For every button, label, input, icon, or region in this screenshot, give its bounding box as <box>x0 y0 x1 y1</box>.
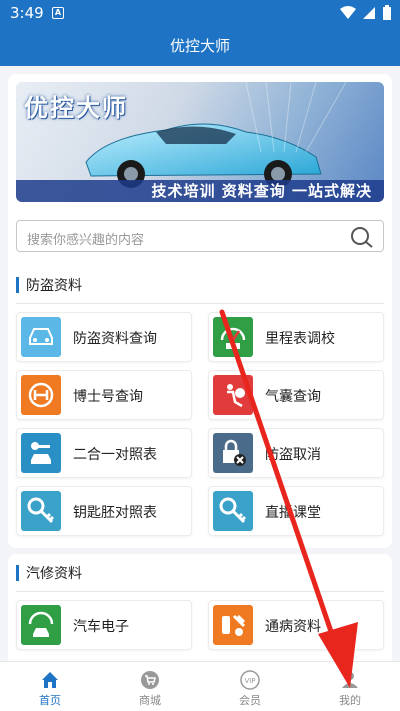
tile-label: 汽车电子 <box>73 619 129 635</box>
tile-live-class[interactable]: 直播课堂 <box>208 486 384 536</box>
tab-label: 会员 <box>239 694 261 707</box>
tools-icon <box>213 605 253 645</box>
tile-airbag[interactable]: 气囊查询 <box>208 370 384 420</box>
user-icon <box>342 672 358 688</box>
tile-key-blank[interactable]: 钥匙胚对照表 <box>16 486 192 536</box>
live-key-icon <box>213 491 253 531</box>
search-icon[interactable] <box>349 225 375 249</box>
car-electronics-icon <box>21 605 61 645</box>
tab-vip[interactable]: VIP 会员 <box>200 662 300 711</box>
wifi-icon <box>340 6 356 19</box>
search-input[interactable]: 搜索你感兴趣的内容 <box>16 220 384 252</box>
tile-label: 防盗资料查询 <box>73 331 157 347</box>
odometer-icon <box>213 317 253 357</box>
bosch-icon <box>21 375 61 415</box>
battery-icon <box>383 5 391 20</box>
airbag-icon <box>213 375 253 415</box>
section-title: 防盗资料 <box>26 278 82 294</box>
banner-slogan: 技术培训 资料查询 一站式解决 <box>151 182 372 200</box>
tile-anti-theft-query[interactable]: 防盗资料查询 <box>16 312 192 362</box>
tile-label: 里程表调校 <box>265 331 335 347</box>
section-title: 汽修资料 <box>26 566 82 582</box>
tile-odometer[interactable]: 里程表调校 <box>208 312 384 362</box>
banner-title: 优控大师 <box>24 94 128 122</box>
key-icon <box>21 491 61 531</box>
bottom-tab-bar: 首页 商城 VIP 会员 我的 <box>0 661 400 711</box>
tile-label: 通病资料 <box>265 619 321 635</box>
status-bar: 3:49 A <box>0 0 400 26</box>
tile-two-in-one[interactable]: 二合一对照表 <box>16 428 192 478</box>
tile-car-electronics[interactable]: 汽车电子 <box>16 600 192 650</box>
tile-anti-theft-cancel[interactable]: 防盗取消 <box>208 428 384 478</box>
tile-label: 钥匙胚对照表 <box>73 505 157 521</box>
main-content: 优控大师 技术培训 资料查询 一站式解决 搜索你感兴趣的内容 防盗资料 防盗资料… <box>0 66 400 661</box>
tile-label: 直播课堂 <box>265 505 321 521</box>
search-placeholder: 搜索你感兴趣的内容 <box>27 233 145 248</box>
divider <box>16 303 384 304</box>
tab-label: 首页 <box>39 694 61 707</box>
tile-label: 二合一对照表 <box>73 447 157 463</box>
tile-bosch-number[interactable]: 博士号查询 <box>16 370 192 420</box>
key-car-icon <box>21 433 61 473</box>
vip-icon: VIP <box>240 670 260 690</box>
tab-mall[interactable]: 商城 <box>100 662 200 711</box>
tab-label: 商城 <box>139 694 161 707</box>
promo-banner[interactable]: 优控大师 技术培训 资料查询 一站式解决 <box>16 82 384 202</box>
lock-cancel-icon <box>213 433 253 473</box>
svg-text:VIP: VIP <box>244 677 255 685</box>
tile-common-faults[interactable]: 通病资料 <box>208 600 384 650</box>
tab-home[interactable]: 首页 <box>0 662 100 711</box>
app-title: 优控大师 <box>0 26 400 66</box>
section-auto-repair: 汽修资料 汽车电子 通病资料 <box>8 554 392 661</box>
section-anti-theft: 防盗资料 防盗资料查询 里程表调校 博士号查询 气囊查询 二合一对照表 防盗取消… <box>8 266 392 548</box>
tab-label: 我的 <box>339 694 361 707</box>
tile-label: 博士号查询 <box>73 389 143 405</box>
tab-mine[interactable]: 我的 <box>300 662 400 711</box>
cart-icon <box>141 671 159 689</box>
tile-label: 防盗取消 <box>265 447 321 463</box>
system-icons <box>340 5 392 21</box>
notification-icon: A <box>52 7 64 19</box>
status-time: 3:49 <box>10 4 44 22</box>
car-icon <box>21 317 61 357</box>
divider <box>16 591 384 592</box>
home-icon <box>42 672 58 688</box>
tile-label: 气囊查询 <box>265 389 321 405</box>
signal-icon <box>363 7 375 19</box>
